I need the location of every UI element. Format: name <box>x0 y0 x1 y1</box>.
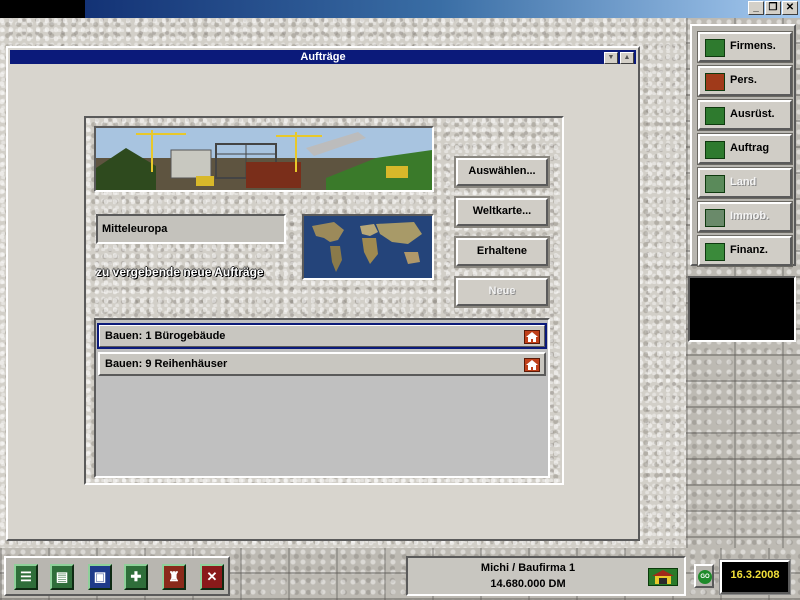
menu-label: Firmens. <box>730 40 776 52</box>
world-map-button[interactable]: Weltkarte... <box>456 198 548 226</box>
land-icon <box>705 175 725 193</box>
house-icon <box>524 330 540 344</box>
construction-site-banner <box>94 126 434 192</box>
minimize-button[interactable]: _ <box>748 1 764 15</box>
orders-panel: Mitteleuropa zu vergebende neue Aufträge… <box>84 116 564 485</box>
restore-button[interactable]: ❐ <box>765 1 781 15</box>
new-orders-button[interactable]: Neue <box>456 278 548 306</box>
orders-list: Bauen: 1 Bürogebäude Bauen: 9 Reihenhäus… <box>94 318 550 478</box>
window-scroll-down-icon[interactable]: ▼ <box>604 52 618 64</box>
menu-label: Finanz. <box>730 244 768 256</box>
order-label: Bauen: 1 Bürogebäude <box>105 330 226 342</box>
menu-land-button[interactable]: Land <box>698 168 792 198</box>
buildings-icon <box>705 39 725 57</box>
region-display: Mitteleuropa <box>96 214 286 244</box>
menu-label: Land <box>730 176 757 188</box>
stats-icon[interactable]: ✚ <box>124 564 148 590</box>
status-panel: Michi / Baufirma 1 14.680.000 DM <box>406 556 686 596</box>
menu-label: Pers. <box>730 74 757 86</box>
company-name: Michi / Baufirma 1 <box>480 562 576 574</box>
fire-extinguisher-icon[interactable]: ♜ <box>162 564 186 590</box>
money-icon <box>705 243 725 261</box>
menu-personnel-button[interactable]: Pers. <box>698 66 792 96</box>
go-icon[interactable]: GO <box>698 570 712 584</box>
menu-companies-button[interactable]: Firmens. <box>698 32 792 62</box>
menu-equipment-button[interactable]: Ausrüst. <box>698 100 792 130</box>
menu-label: Auftrag <box>730 142 770 154</box>
menu-realestate-button[interactable]: Immob. <box>698 202 792 232</box>
main-menu: Firmens. Pers. Ausrüst. Auftrag Land Imm… <box>690 24 796 266</box>
orders-window: Aufträge ▼ ▲ Mitteleuropa zu vergebende … <box>6 46 640 541</box>
info-display <box>688 276 796 342</box>
house-icon <box>705 209 725 227</box>
orders-window-title-text: Aufträge <box>300 51 346 63</box>
construction-site-image <box>96 128 432 190</box>
menu-finance-button[interactable]: Finanz. <box>698 236 792 266</box>
right-sidebar: Firmens. Pers. Ausrüst. Auftrag Land Imm… <box>686 18 800 548</box>
garage-icon[interactable] <box>648 568 678 586</box>
house-icon <box>524 358 540 372</box>
save-disk-icon[interactable]: ▣ <box>88 564 112 590</box>
new-orders-label: zu vergebende neue Aufträge <box>96 265 264 279</box>
crane-icon <box>705 107 725 125</box>
account-balance: 14.680.000 DM <box>490 578 566 590</box>
workspace-background: Aufträge ▼ ▲ Mitteleuropa zu vergebende … <box>0 18 690 548</box>
window-scroll-up-icon[interactable]: ▲ <box>620 52 634 64</box>
world-map-image <box>304 216 432 278</box>
exit-icon[interactable]: ✕ <box>200 564 224 590</box>
list-icon[interactable]: ☰ <box>14 564 38 590</box>
received-orders-button[interactable]: Erhaltene <box>456 238 548 266</box>
document-icon[interactable]: ▤ <box>50 564 74 590</box>
go-box: GO <box>694 564 714 588</box>
list-item[interactable]: Bauen: 9 Reihenhäuser <box>98 352 546 376</box>
world-map-thumbnail[interactable] <box>302 214 434 280</box>
menu-label: Immob. <box>730 210 770 222</box>
region-name: Mitteleuropa <box>102 223 168 235</box>
bottom-bar: ☰ ▤ ▣ ✚ ♜ ✕ Michi / Baufirma 1 14.680.00… <box>0 548 800 600</box>
menu-label: Ausrüst. <box>730 108 775 120</box>
menu-orders-button[interactable]: Auftrag <box>698 134 792 164</box>
list-item[interactable]: Bauen: 1 Bürogebäude <box>97 323 547 349</box>
title-black-area <box>0 0 85 18</box>
app-title-bar: _ ❐ ✕ <box>0 0 800 18</box>
date-display: 16.3.2008 <box>719 559 791 595</box>
worker-icon <box>705 73 725 91</box>
orders-window-title: Aufträge ▼ ▲ <box>10 50 636 64</box>
close-button[interactable]: ✕ <box>782 1 798 15</box>
contract-icon <box>705 141 725 159</box>
toolbar: ☰ ▤ ▣ ✚ ♜ ✕ <box>4 556 230 596</box>
select-button[interactable]: Auswählen... <box>456 158 548 186</box>
order-label: Bauen: 9 Reihenhäuser <box>105 358 228 370</box>
